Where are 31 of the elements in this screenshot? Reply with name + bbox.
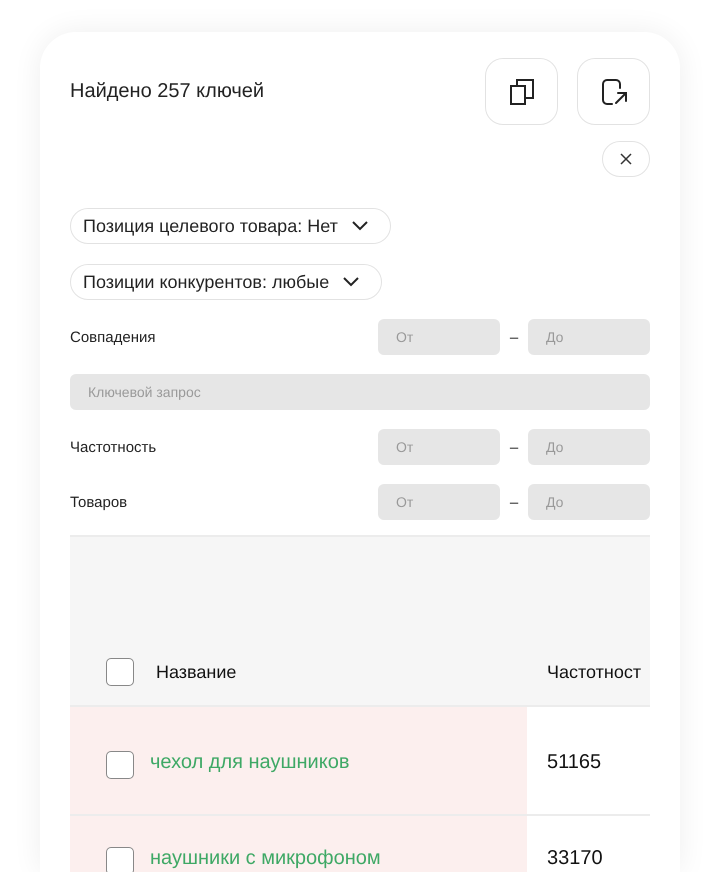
from-field[interactable]: От [378, 319, 500, 355]
range-dash: – [508, 438, 520, 456]
filter-label: Товаров [70, 494, 128, 510]
export-icon [600, 78, 628, 106]
chevron-down-icon [352, 221, 368, 231]
range-dash: – [508, 328, 520, 346]
results-count-title: Найдено 257 ключей [70, 80, 266, 103]
close-button[interactable] [602, 141, 650, 177]
to-field[interactable]: До [528, 319, 650, 355]
export-button[interactable] [577, 58, 650, 125]
copy-icon [508, 78, 534, 106]
column-header: Частотност [547, 662, 642, 682]
from-field[interactable]: От [378, 429, 500, 465]
to-field[interactable]: До [528, 429, 650, 465]
frequency-cell-text: 33170 [546, 846, 604, 871]
filter-label: Совпадения [70, 328, 156, 346]
select-all-checkbox[interactable] [106, 658, 134, 686]
row-checkbox[interactable] [106, 847, 134, 872]
frequency-cell-text: 51165 [546, 750, 602, 775]
range-dash: – [508, 494, 520, 510]
from-field[interactable]: От [378, 484, 500, 520]
copy-button[interactable] [485, 58, 558, 125]
to-field[interactable]: До [528, 484, 650, 520]
row-checkbox[interactable] [106, 751, 134, 779]
keyword-field[interactable]: Ключевой запрос [70, 374, 650, 410]
filter-dropdown[interactable]: Позиции конкурентов: любые [70, 264, 382, 300]
filter-label: Частотность [70, 438, 158, 456]
filter-dropdown[interactable]: Позиция целевого товара: Нет [70, 208, 391, 244]
chevron-down-icon [343, 277, 360, 287]
close-icon [620, 153, 632, 165]
column-header: Название [156, 662, 236, 682]
